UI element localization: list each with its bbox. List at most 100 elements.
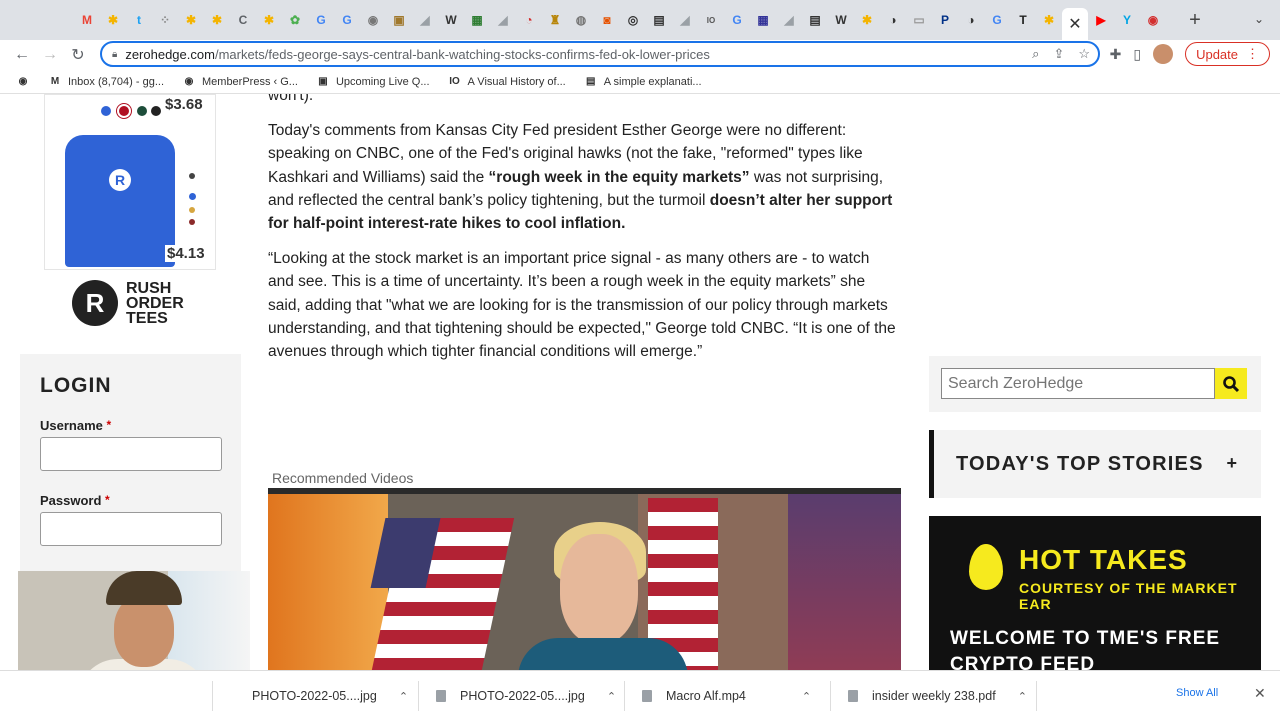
tab-favicon[interactable]: C — [230, 7, 256, 33]
color-swatch-green[interactable] — [137, 106, 147, 116]
tab-favicon[interactable]: ▤ — [802, 7, 828, 33]
favicon-icon: ✱ — [861, 13, 873, 27]
tab-favicon[interactable]: ▶ — [1088, 7, 1114, 33]
show-all-downloads-button[interactable]: Show All — [1176, 687, 1218, 699]
download-item[interactable]: PHOTO-2022-05....jpg ⌃ — [252, 677, 408, 715]
extensions-icon[interactable]: ✚ — [1110, 46, 1122, 63]
favicon-icon: ◍ — [575, 13, 587, 27]
rush-order-tees-logo[interactable]: R RUSH ORDER TEES — [72, 280, 184, 326]
tab-close-icon[interactable]: ✕ — [1068, 14, 1081, 34]
bookmark-item[interactable]: ◉ — [16, 75, 30, 89]
tab-favicon[interactable]: M — [74, 7, 100, 33]
color-swatch-black[interactable] — [151, 106, 161, 116]
bookmark-star-icon[interactable]: ☆ — [1078, 46, 1090, 62]
tab-favicon[interactable]: ✱ — [100, 7, 126, 33]
update-button[interactable]: Update ⋮ — [1185, 42, 1270, 66]
zoom-icon[interactable]: ⌕ — [1032, 46, 1039, 62]
hot-takes-banner[interactable]: HOT TAKES COURTESY OF THE MARKET EAR WEL… — [929, 516, 1261, 670]
tab-favicon[interactable]: ✱ — [256, 7, 282, 33]
tab-favicon[interactable]: ✿ — [282, 7, 308, 33]
profile-avatar[interactable] — [1153, 44, 1174, 64]
tab-favicon[interactable]: ◔ — [516, 7, 542, 33]
bookmark-item[interactable]: ▣ Upcoming Live Q... — [316, 75, 429, 89]
new-tab-button[interactable]: + — [1180, 5, 1210, 35]
side-panel-icon[interactable]: ▯ — [1133, 46, 1141, 63]
favicon-icon: G — [316, 13, 326, 27]
download-item[interactable]: insider weekly 238.pdf ⌃ — [848, 677, 1027, 715]
active-tab[interactable]: ✕ — [1062, 8, 1088, 40]
top-stories-header[interactable]: TODAY'S TOP STORIES + — [929, 430, 1261, 498]
bookmark-label: A Visual History of... — [467, 75, 566, 88]
tab-favicon[interactable]: ◢ — [412, 7, 438, 33]
favicon-icon: G — [992, 13, 1002, 27]
tab-search-icon[interactable]: ⌄ — [1254, 12, 1264, 26]
expand-icon[interactable]: + — [1226, 453, 1237, 474]
close-downloads-icon[interactable]: ✕ — [1254, 685, 1266, 702]
tab-favicon[interactable]: G — [984, 7, 1010, 33]
favicon-icon: ▭ — [913, 13, 925, 27]
tab-favicon[interactable]: P — [932, 7, 958, 33]
tab-favicon[interactable]: ♜ — [542, 7, 568, 33]
reload-icon[interactable]: ↻ — [64, 45, 92, 65]
favicon-icon: ◢ — [680, 13, 690, 27]
bookmark-item[interactable]: ◉ MemberPress ‹ G... — [182, 75, 298, 89]
webcam-overlay — [18, 571, 250, 670]
username-input[interactable] — [40, 437, 222, 471]
tab-favicon[interactable]: ◢ — [672, 7, 698, 33]
address-bar[interactable]: 🔒︎ zerohedge.com/markets/feds-george-say… — [100, 41, 1100, 67]
tab-favicon[interactable]: ⁘ — [152, 7, 178, 33]
share-icon[interactable]: ⇪ — [1053, 46, 1064, 62]
tab-favicon[interactable]: ◑ — [958, 7, 984, 33]
price-top: $3.68 — [163, 96, 205, 113]
tab-favicon[interactable]: ◎ — [620, 7, 646, 33]
color-swatch-blue[interactable] — [101, 106, 111, 116]
tab-favicon[interactable]: W — [438, 7, 464, 33]
tab-favicon[interactable]: ▭ — [906, 7, 932, 33]
tab-favicon[interactable]: G — [308, 7, 334, 33]
tab-favicon[interactable]: G — [334, 7, 360, 33]
favicon-icon: ▤ — [809, 13, 821, 27]
search-widget — [929, 356, 1261, 412]
tab-favicon[interactable]: ▤ — [646, 7, 672, 33]
tab-favicon[interactable]: ◢ — [776, 7, 802, 33]
tab-favicon[interactable]: ✱ — [1036, 7, 1062, 33]
chevron-up-icon[interactable]: ⌃ — [1018, 690, 1027, 703]
more-menu-icon: ⋮ — [1246, 46, 1259, 61]
tab-favicon[interactable]: G — [724, 7, 750, 33]
forward-icon[interactable]: → — [36, 46, 64, 64]
bookmark-item[interactable]: IO A Visual History of... — [448, 75, 566, 89]
tab-favicon[interactable]: ◙ — [594, 7, 620, 33]
password-input[interactable] — [40, 512, 222, 546]
chevron-up-icon[interactable]: ⌃ — [607, 690, 616, 703]
tab-favicon[interactable]: ▦ — [750, 7, 776, 33]
tab-favicon[interactable]: ✱ — [854, 7, 880, 33]
bookmark-item[interactable]: ▤ A simple explanati... — [584, 75, 702, 89]
tab-favicon[interactable]: ◉ — [1140, 7, 1166, 33]
search-button[interactable] — [1215, 368, 1247, 399]
shirt-ad[interactable]: $3.68 R $4.13 — [44, 94, 216, 270]
tab-favicon[interactable]: ◑ — [880, 7, 906, 33]
tab-favicon[interactable]: W — [828, 7, 854, 33]
back-icon[interactable]: ← — [8, 46, 36, 64]
tab-favicon[interactable]: Y — [1114, 7, 1140, 33]
tab-favicon[interactable]: ◍ — [568, 7, 594, 33]
download-item[interactable]: PHOTO-2022-05....jpg ⌃ — [436, 677, 616, 715]
tab-favicon[interactable]: ◢ — [490, 7, 516, 33]
favicon-icon: ▤ — [653, 13, 665, 27]
tab-favicon[interactable]: ▣ — [386, 7, 412, 33]
chevron-up-icon[interactable]: ⌃ — [802, 690, 811, 703]
tab-favicon[interactable]: ✱ — [178, 7, 204, 33]
color-swatch-red[interactable] — [117, 104, 131, 118]
bookmark-item[interactable]: M Inbox (8,704) - gg... — [48, 75, 164, 89]
tab-favicon[interactable]: t — [126, 7, 152, 33]
chevron-up-icon[interactable]: ⌃ — [399, 690, 408, 703]
tab-favicon[interactable]: ✱ — [204, 7, 230, 33]
tab-favicon[interactable]: IO — [698, 7, 724, 33]
tab-favicon[interactable]: T — [1010, 7, 1036, 33]
download-item[interactable]: Macro Alf.mp4 ⌃ — [642, 677, 811, 715]
swatch-dot — [189, 219, 195, 225]
search-input[interactable] — [941, 368, 1215, 399]
tab-favicon[interactable]: ◉ — [360, 7, 386, 33]
video-player[interactable] — [268, 488, 901, 670]
tab-favicon[interactable]: ▦ — [464, 7, 490, 33]
